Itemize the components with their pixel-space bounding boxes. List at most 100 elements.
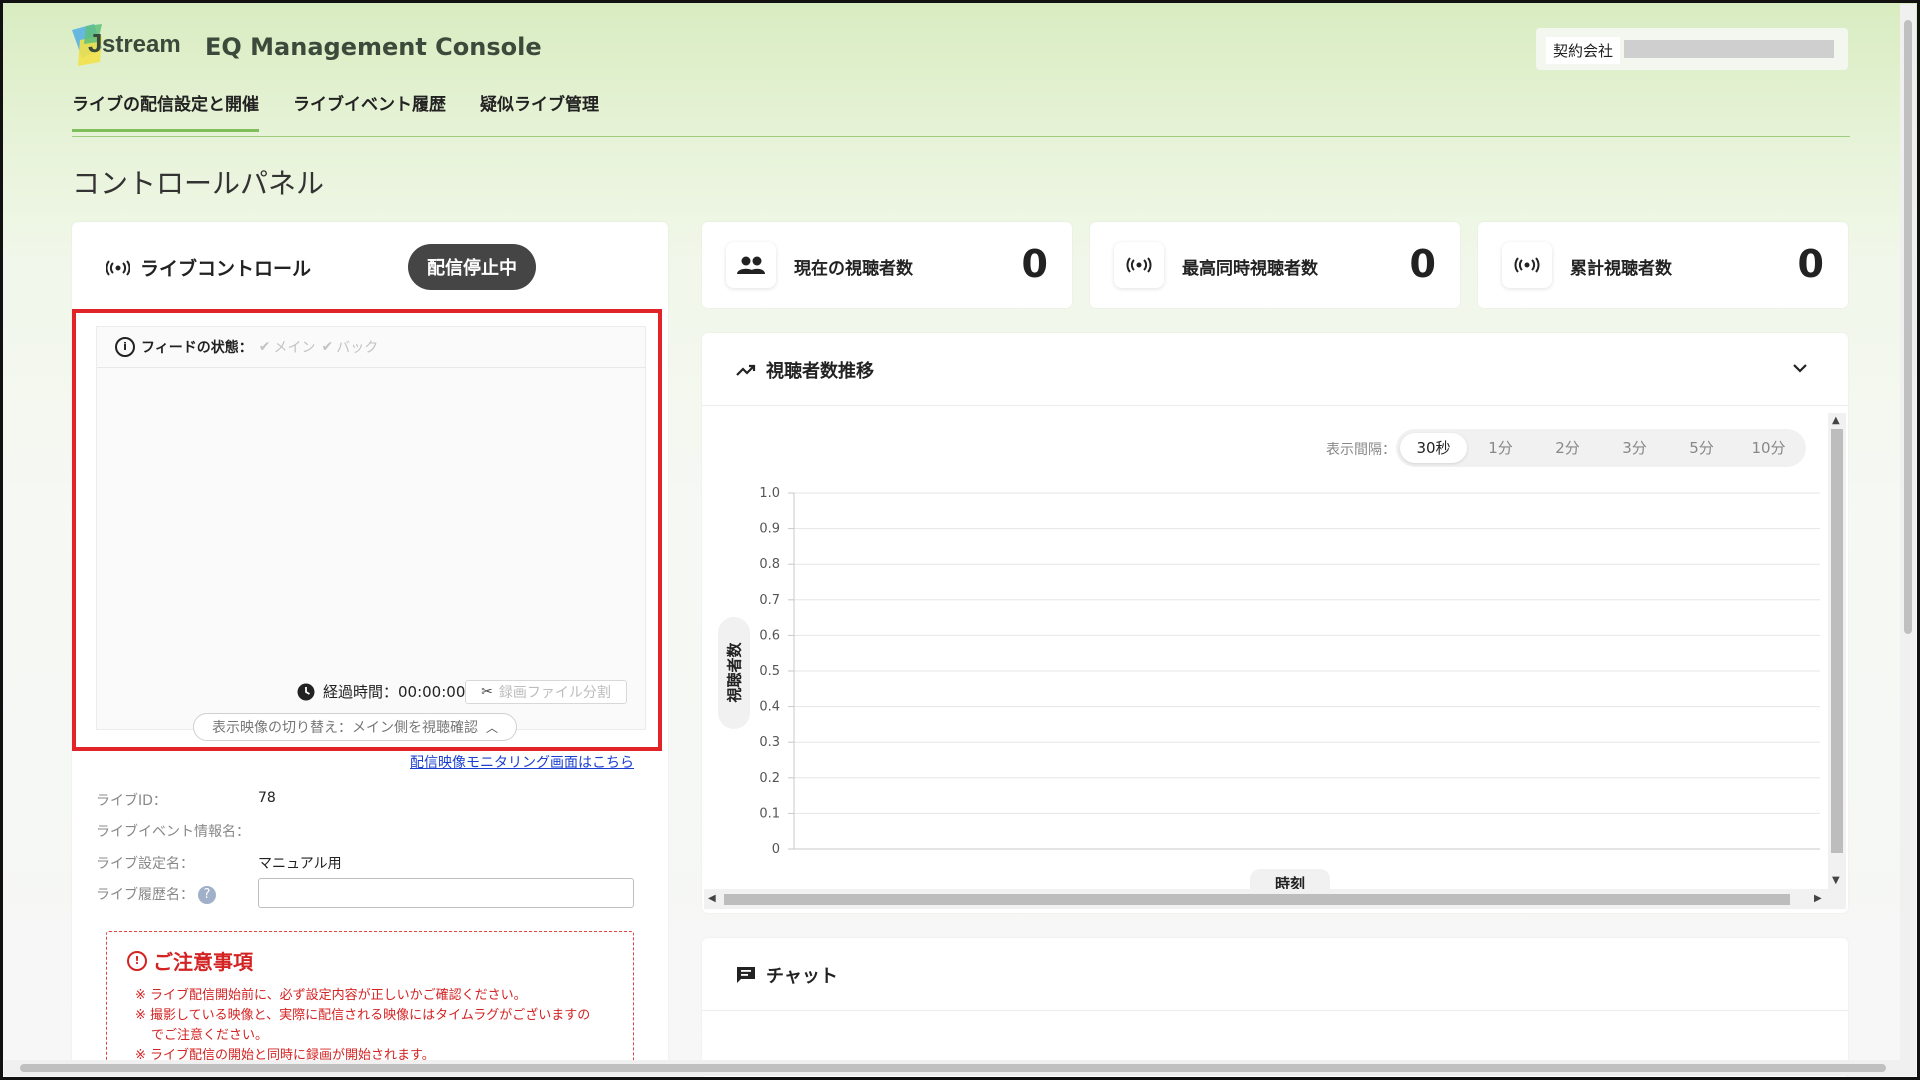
- chat-title: チャット: [736, 962, 838, 988]
- switch-view-label: 表示映像の切り替え：メイン側を視聴確認: [211, 720, 478, 736]
- stat-value: 0: [1797, 242, 1824, 286]
- stat-card-current-viewers: 現在の視聴者数 0: [702, 222, 1072, 308]
- scroll-down-icon[interactable]: ▼: [1832, 875, 1840, 886]
- check-circle-icon: ✔: [321, 339, 334, 355]
- feed-preview-panel: i フィードの状態： ✔ メイン ✔ バック 経過時間：00:00:00 ✂ 録画フ…: [96, 326, 646, 730]
- company-label: 契約会社: [1546, 37, 1621, 64]
- nav-divider: [72, 136, 1850, 137]
- switch-view-toggle[interactable]: 表示映像の切り替え：メイン側を視聴確認 ︿: [193, 713, 517, 741]
- stat-card-total-viewers: 累計視聴者数 0: [1478, 222, 1848, 308]
- y-tick-label: 0.3: [759, 735, 780, 750]
- feed-main-status: ✔ メイン: [259, 337, 316, 357]
- chart-horizontal-scrollbar[interactable]: ◀ ▶: [704, 889, 1846, 909]
- feed-status-header: i フィードの状態： ✔ メイン ✔ バック: [97, 327, 645, 368]
- stat-card-peak-viewers: 最高同時視聴者数 0: [1090, 222, 1460, 308]
- app-title: EQ Management Console: [205, 33, 542, 61]
- caution-title: ! ご注意事項: [127, 946, 253, 975]
- chart-vertical-scroll-thumb[interactable]: [1831, 429, 1843, 853]
- caution-line: ※ ライブ配信開始前に、必ず設定内容が正しいかご確認ください。: [135, 988, 527, 1003]
- history-name-input[interactable]: [258, 878, 634, 908]
- broadcast-icon: [1502, 242, 1552, 288]
- elapsed-time: 経過時間：00:00:00: [297, 681, 465, 702]
- nav-item-event-history[interactable]: ライブイベント履歴: [293, 90, 446, 132]
- y-tick-label: 0.8: [759, 557, 780, 572]
- help-icon[interactable]: ?: [198, 886, 216, 904]
- caution-title-text: ご注意事項: [153, 950, 253, 974]
- broadcast-icon: [1114, 242, 1164, 288]
- broadcast-icon: [106, 259, 130, 276]
- stat-value: 0: [1021, 242, 1048, 286]
- stat-value: 0: [1409, 242, 1436, 286]
- stream-status-badge: 配信停止中: [408, 244, 536, 290]
- scroll-left-icon[interactable]: ◀: [708, 893, 716, 904]
- scissors-icon: ✂: [481, 684, 493, 700]
- chat-divider: [702, 1010, 1848, 1011]
- info-icon: i: [115, 337, 135, 357]
- page-horizontal-scroll-thumb[interactable]: [20, 1064, 1886, 1072]
- viewer-trend-label: 視聴者数推移: [766, 361, 874, 382]
- x-axis-label: 時刻: [1274, 875, 1305, 889]
- check-circle-icon: ✔: [258, 339, 271, 355]
- setting-name-value: マニュアル用: [258, 856, 342, 872]
- svg-text:J: J: [88, 28, 102, 58]
- chat-card: チャット: [702, 938, 1848, 1078]
- company-value-redacted: [1624, 40, 1834, 58]
- y-tick-label: 0.5: [759, 664, 780, 679]
- feed-back-label: バック: [336, 340, 379, 356]
- page-title: コントロールパネル: [72, 167, 325, 200]
- scroll-up-icon[interactable]: ▲: [1832, 415, 1840, 426]
- live-control-title: ライブコントロール: [106, 254, 311, 281]
- y-tick-label: 0: [772, 842, 780, 857]
- history-name-label: ライブ履歴名：: [96, 887, 194, 903]
- y-tick-label: 0.2: [759, 771, 780, 786]
- nav-item-live-settings[interactable]: ライブの配信設定と開催: [72, 90, 259, 132]
- feed-back-status: ✔ バック: [321, 337, 378, 357]
- monitoring-page-link[interactable]: 配信映像モニタリング画面はこちら: [410, 752, 634, 772]
- event-name-label: ライブイベント情報名：: [96, 824, 250, 840]
- chart-y-ticks: 0 0.1 0.2 0.3 0.4 0.5 0.6 0.7 0.8 0.9 1.0: [759, 486, 794, 857]
- viewer-trend-chart: 0 0.1 0.2 0.3 0.4 0.5 0.6 0.7 0.8 0.9 1.0: [759, 486, 1820, 857]
- page-horizontal-scrollbar[interactable]: [4, 1060, 1916, 1076]
- viewer-trend-header[interactable]: 視聴者数推移: [702, 333, 1848, 406]
- y-tick-label: 0.9: [759, 522, 780, 537]
- caution-line: でご注意ください。: [151, 1028, 269, 1043]
- jstream-logo: J stream: [72, 24, 181, 66]
- chat-icon: [737, 967, 755, 983]
- y-axis-label: 視聴者数: [725, 642, 744, 703]
- clock-icon: [297, 683, 315, 700]
- chevron-down-icon[interactable]: [1792, 357, 1808, 378]
- live-id-label: ライブID：: [96, 793, 167, 809]
- stat-label: 最高同時視聴者数: [1182, 259, 1318, 279]
- trending-up-icon: [736, 364, 756, 376]
- chart-horizontal-scroll-thumb[interactable]: [724, 894, 1790, 905]
- viewer-trend-title: 視聴者数推移: [736, 357, 874, 383]
- y-tick-label: 0.6: [759, 628, 780, 643]
- x-axis-label-pill: 時刻: [1250, 869, 1330, 889]
- chart-grid: [793, 492, 1820, 850]
- company-box: 契約会社: [1536, 28, 1848, 70]
- y-tick-label: 0.4: [759, 700, 780, 715]
- main-nav: ライブの配信設定と開催 ライブイベント履歴 疑似ライブ管理: [72, 90, 599, 132]
- split-recording-label: 録画ファイル分割: [498, 685, 611, 701]
- live-id-value: 78: [258, 790, 276, 806]
- page-vertical-scrollbar[interactable]: [1900, 4, 1916, 1060]
- split-recording-button[interactable]: ✂ 録画ファイル分割: [465, 680, 627, 704]
- chevron-up-icon: ︿: [485, 720, 498, 735]
- viewer-trend-card: 視聴者数推移 表示間隔： 30秒 1分 2分 3分 5分 10分 0 0.1 0.2…: [702, 333, 1848, 913]
- y-tick-label: 1.0: [759, 486, 780, 501]
- stat-label: 累計視聴者数: [1570, 259, 1672, 279]
- elapsed-time-label: 経過時間：00:00:00: [323, 683, 466, 701]
- alert-circle-icon: !: [127, 950, 147, 971]
- y-tick-label: 0.7: [759, 593, 780, 608]
- setting-name-label: ライブ設定名：: [96, 856, 194, 872]
- page-vertical-scroll-thumb[interactable]: [1904, 20, 1912, 634]
- history-name-row: ライブ履歴名：?: [96, 884, 216, 904]
- chart-vertical-scrollbar[interactable]: ▲ ▼: [1828, 413, 1846, 889]
- scroll-right-icon[interactable]: ▶: [1814, 893, 1822, 904]
- feed-main-label: メイン: [273, 340, 316, 356]
- y-tick-label: 0.1: [759, 806, 780, 821]
- stat-label: 現在の視聴者数: [794, 259, 913, 279]
- nav-item-pseudo-live[interactable]: 疑似ライブ管理: [480, 90, 599, 132]
- svg-text:stream: stream: [102, 31, 181, 58]
- caution-box: ! ご注意事項 ※ ライブ配信開始前に、必ず設定内容が正しいかご確認ください。 …: [106, 931, 634, 1071]
